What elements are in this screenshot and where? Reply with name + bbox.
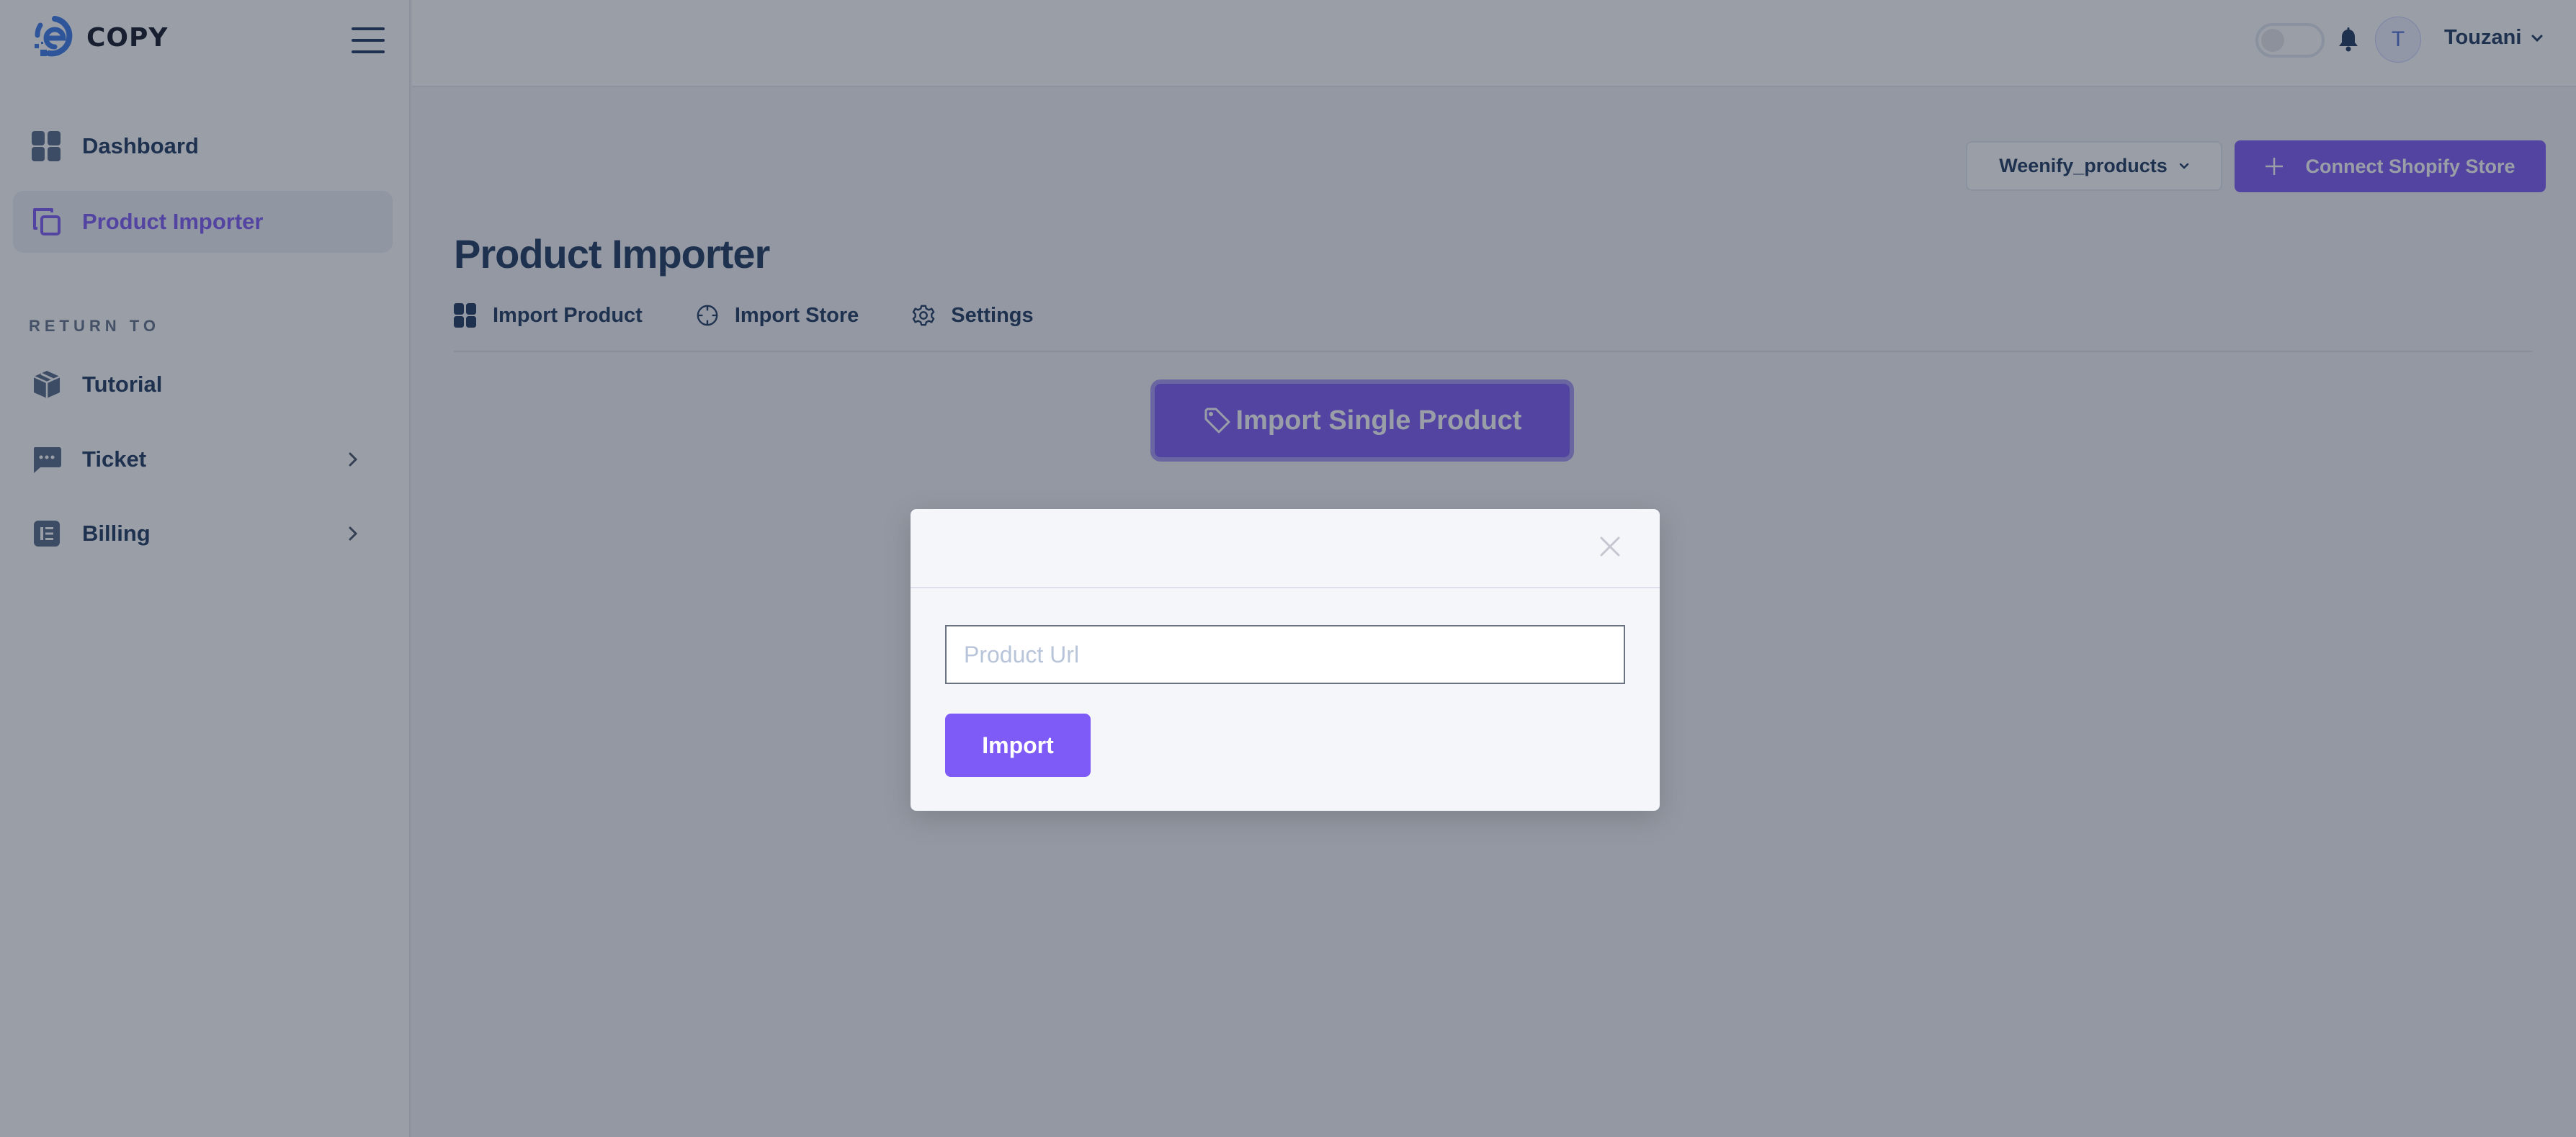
modal-header <box>911 509 1660 588</box>
import-button[interactable]: Import <box>945 714 1091 777</box>
product-url-input[interactable] <box>945 625 1625 684</box>
close-icon[interactable] <box>1598 535 1622 558</box>
